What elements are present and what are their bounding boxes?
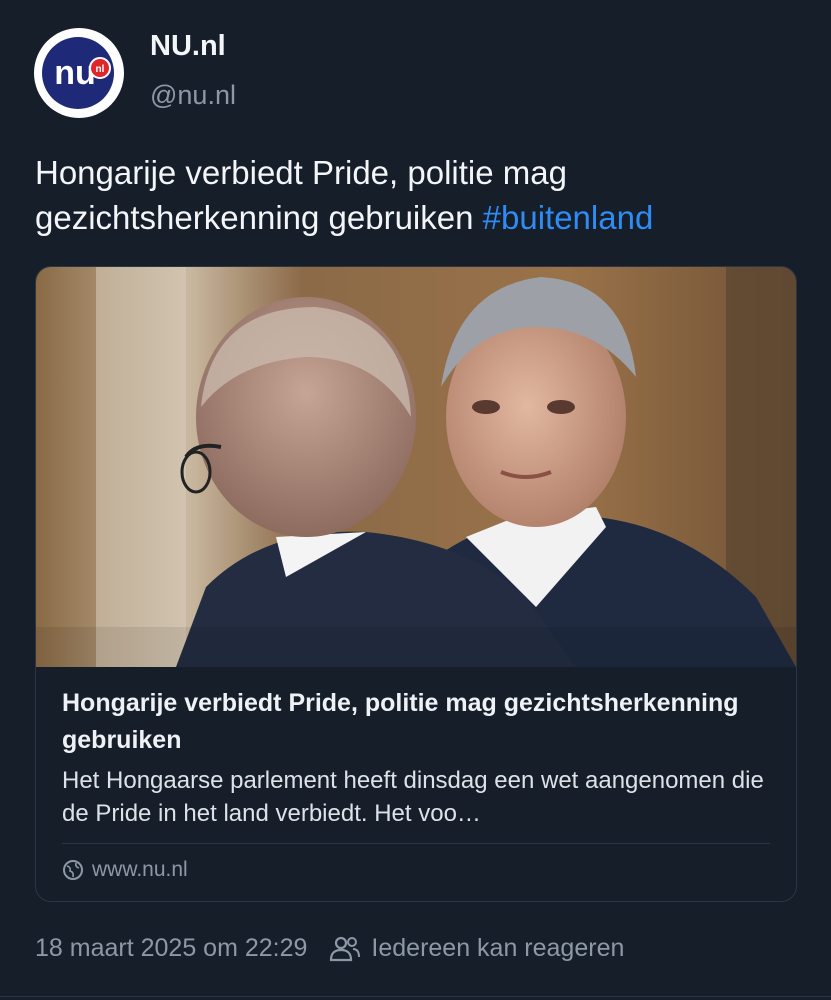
divider (0, 996, 831, 997)
avatar-logo-text: nu (54, 54, 96, 92)
post-footer: 18 maart 2025 om 22:29 Iedereen kan reag… (35, 934, 624, 963)
link-card-description: Het Hongaarse parlement heeft dinsdag ee… (62, 767, 764, 827)
link-card-domain-row[interactable]: www.nu.nl (62, 855, 188, 885)
people-icon (329, 935, 361, 963)
link-card-image (36, 267, 796, 667)
avatar-logo-badge: nl (96, 64, 105, 75)
author-display-name[interactable]: NU.nl (150, 30, 226, 63)
avatar[interactable]: nu nl (34, 28, 124, 118)
link-card[interactable]: Hongarije verbiedt Pride, politie mag ge… (35, 266, 797, 902)
post-timestamp: 18 maart 2025 om 22:29 (35, 934, 308, 962)
globe-icon (63, 860, 83, 880)
link-card-title[interactable]: Hongarije verbiedt Pride, politie mag ge… (62, 685, 772, 759)
link-card-divider (62, 843, 770, 844)
post-view: nu nl NU.nl @nu.nl Hongarije verbiedt Pr… (0, 0, 831, 1000)
nu-nl-logo-icon: nu nl (36, 30, 122, 116)
reply-setting[interactable]: Iedereen kan reageren (371, 934, 624, 963)
author-handle[interactable]: @nu.nl (150, 80, 236, 111)
post-text: Hongarije verbiedt Pride, politie mag ge… (35, 150, 795, 240)
hashtag-link[interactable]: #buitenland (483, 199, 654, 236)
link-card-domain: www.nu.nl (92, 858, 188, 881)
